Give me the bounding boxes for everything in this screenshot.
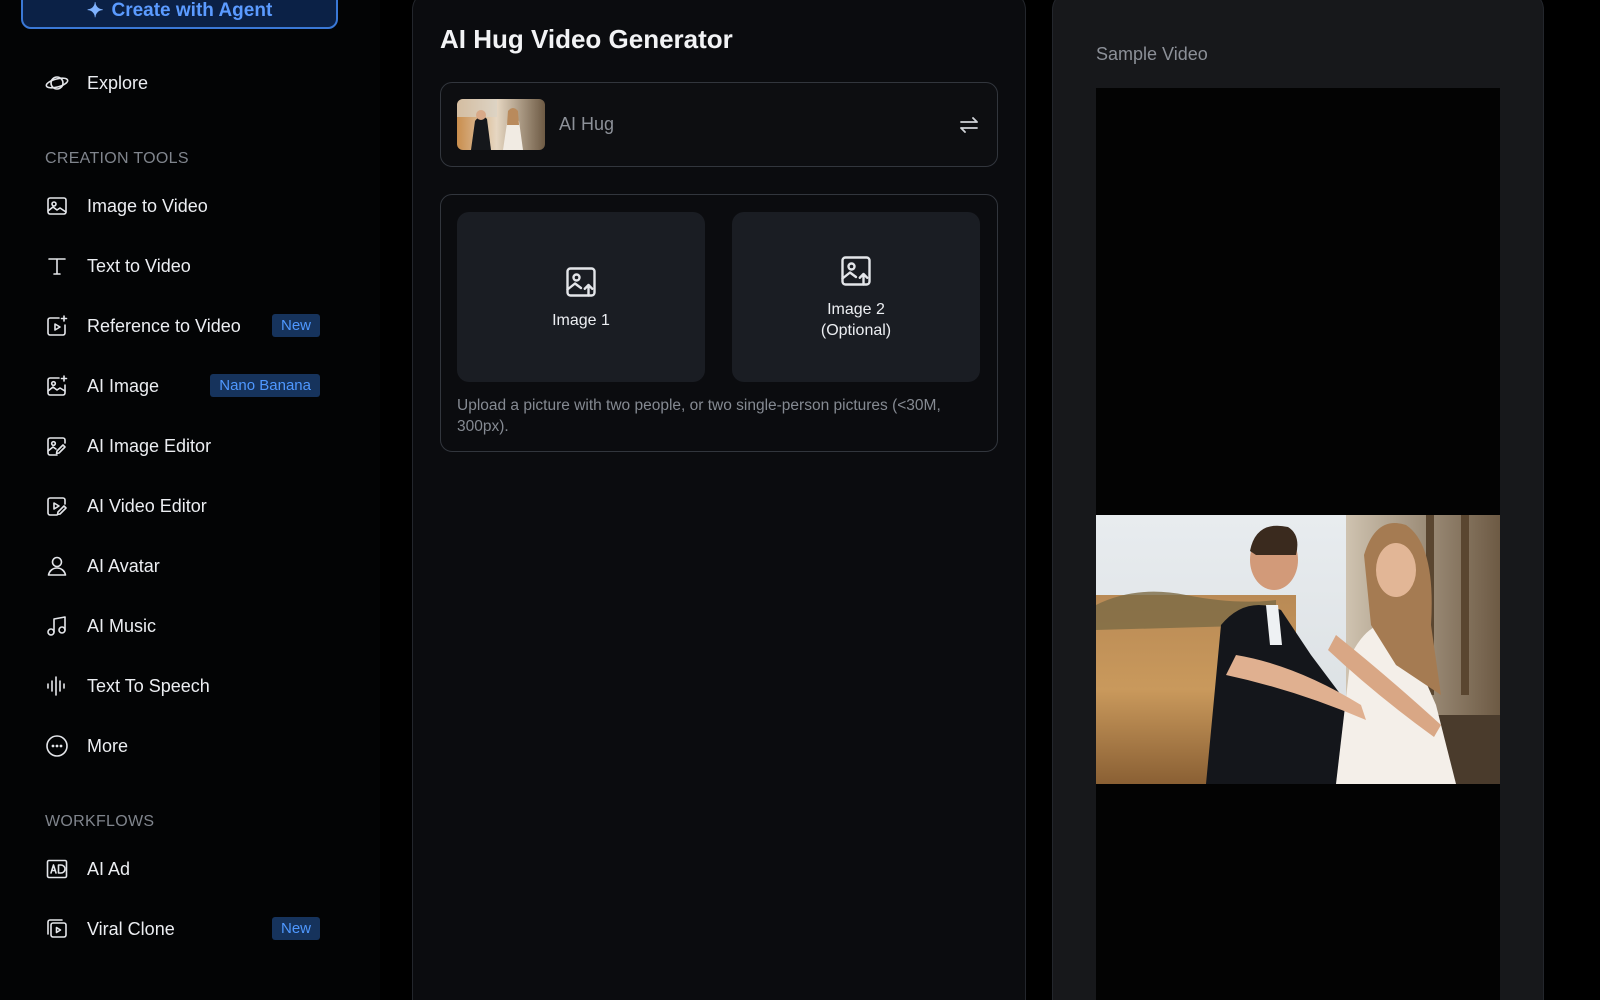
nano-banana-badge: Nano Banana <box>210 374 320 397</box>
sidebar-item-label: Viral Clone <box>87 918 175 939</box>
viral-clone-icon <box>44 916 70 942</box>
image-upload-icon <box>566 266 596 297</box>
image-2-label: Image 2 (Optional) <box>821 299 891 341</box>
upload-hint: Upload a picture with two people, or two… <box>457 397 941 435</box>
sidebar-item-ai-image-editor[interactable]: AI Image Editor <box>44 424 320 468</box>
swap-icon[interactable] <box>957 113 981 137</box>
sidebar-item-label: AI Ad <box>87 858 131 879</box>
image-edit-icon <box>44 433 70 459</box>
model-thumbnail <box>457 99 545 150</box>
model-name: AI Hug <box>559 114 615 134</box>
text-icon <box>44 253 70 279</box>
sidebar-item-label: Image to Video <box>87 195 208 216</box>
image-upload-area: Image 1 Image 2 (Optional) Upload a pict… <box>440 194 998 452</box>
model-selector[interactable]: AI Hug <box>440 82 998 167</box>
create-with-agent-button[interactable]: ✦ Create with Agent <box>21 0 338 29</box>
sparkle-icon: ✦ <box>86 0 104 22</box>
sidebar-item-label: Explore <box>87 72 149 93</box>
sidebar-item-label: Reference to Video <box>87 315 241 336</box>
sample-video-label: Sample Video <box>1096 44 1208 64</box>
sidebar-item-viral-clone[interactable]: Viral Clone New <box>44 907 320 951</box>
workflows-heading: WORKFLOWS <box>45 813 155 830</box>
creation-tools-heading: CREATION TOOLS <box>45 150 189 167</box>
sidebar-item-label: Text To Speech <box>87 675 210 696</box>
sample-video-player[interactable] <box>1096 88 1500 1000</box>
sidebar-item-ai-video-editor[interactable]: AI Video Editor <box>44 484 320 528</box>
sidebar-item-ai-music[interactable]: AI Music <box>44 604 320 648</box>
music-icon <box>44 613 70 639</box>
more-icon <box>44 733 70 759</box>
sample-video-frame <box>1096 515 1500 784</box>
sidebar-item-text-to-video[interactable]: Text to Video <box>44 244 320 288</box>
sidebar-item-label: AI Video Editor <box>87 495 207 516</box>
sidebar-item-text-to-speech[interactable]: Text To Speech <box>44 664 320 708</box>
planet-icon <box>44 70 70 96</box>
image-2-dropzone[interactable]: Image 2 (Optional) <box>732 212 980 382</box>
sidebar-item-label: AI Image Editor <box>87 435 212 456</box>
image-2-title: Image 2 <box>827 301 885 318</box>
image-sparkle-icon <box>44 373 70 399</box>
page-title: AI Hug Video Generator <box>440 24 733 54</box>
image-1-label: Image 1 <box>552 311 610 329</box>
sidebar-item-ai-avatar[interactable]: AI Avatar <box>44 544 320 588</box>
create-with-agent-label: Create with Agent <box>111 0 273 21</box>
ad-icon <box>44 856 70 882</box>
sidebar-item-label: AI Avatar <box>87 555 160 576</box>
video-edit-icon <box>44 493 70 519</box>
image-icon <box>44 193 70 219</box>
sidebar-item-image-to-video[interactable]: Image to Video <box>44 184 320 228</box>
sidebar-item-reference-to-video[interactable]: Reference to Video New <box>44 304 320 348</box>
reference-video-icon <box>44 313 70 339</box>
sidebar-item-label: Text to Video <box>87 255 191 276</box>
image-2-optional: (Optional) <box>820 322 892 339</box>
sidebar-item-more[interactable]: More <box>44 724 320 768</box>
new-badge: New <box>271 917 320 940</box>
sidebar-item-ai-ad[interactable]: AI Ad <box>44 847 320 891</box>
waveform-icon <box>44 673 70 699</box>
sidebar-item-label: AI Image <box>87 375 160 396</box>
image-1-dropzone[interactable]: Image 1 <box>457 212 705 382</box>
sidebar-item-explore[interactable]: Explore <box>44 61 320 105</box>
sidebar-item-ai-image[interactable]: AI Image Nano Banana <box>44 364 320 408</box>
image-upload-icon <box>841 256 871 286</box>
sidebar-item-label: More <box>87 735 129 756</box>
sidebar-item-label: AI Music <box>87 615 157 636</box>
new-badge: New <box>271 314 320 337</box>
sidebar: ✦ Create with Agent Explore CREATION TOO… <box>0 0 380 1000</box>
avatar-icon <box>44 553 70 579</box>
